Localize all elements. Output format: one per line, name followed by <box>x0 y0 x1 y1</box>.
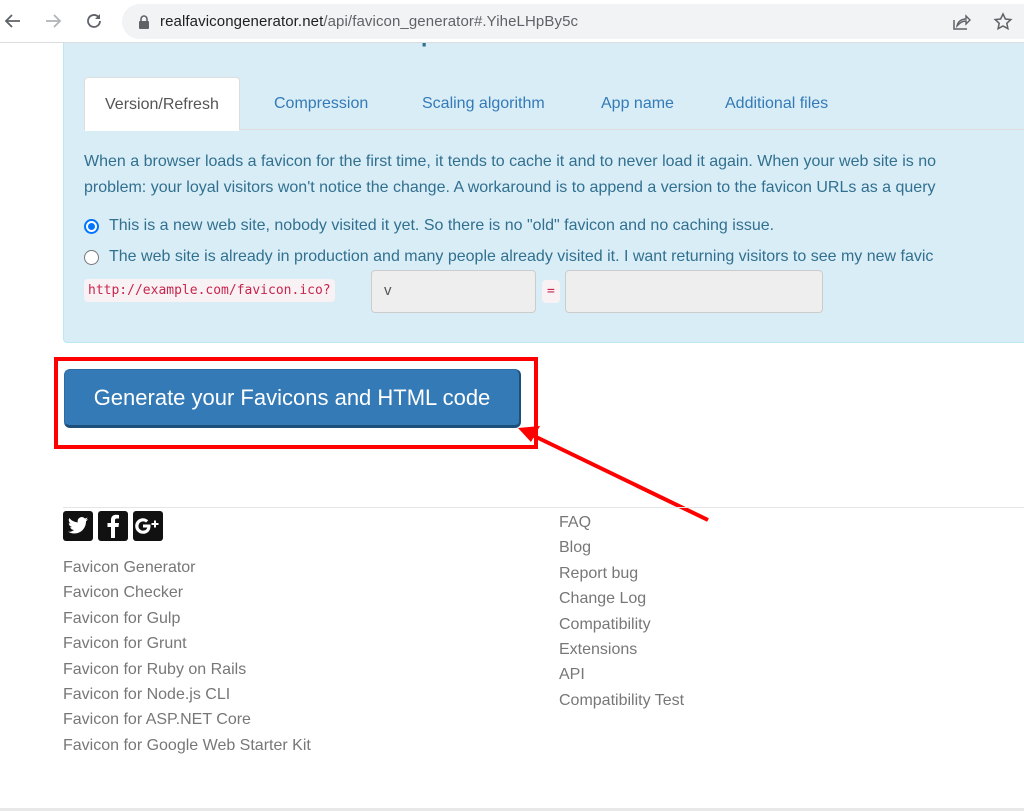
footer-link-favicon-gwsk[interactable]: Favicon for Google Web Starter Kit <box>63 733 311 758</box>
footer-link-favicon-nodejs[interactable]: Favicon for Node.js CLI <box>63 682 311 707</box>
footer-link-favicon-aspnet[interactable]: Favicon for ASP.NET Core <box>63 707 311 732</box>
equals-sign: = <box>542 280 560 303</box>
footer-link-favicon-checker[interactable]: Favicon Checker <box>63 580 311 605</box>
url-prefix: http://example.com/favicon.ico? <box>84 279 335 302</box>
footer-link-favicon-gulp[interactable]: Favicon for Gulp <box>63 606 311 631</box>
options-panel: Favicon Generator Options Version/Refres… <box>63 3 1024 343</box>
tab-compression[interactable]: Compression <box>254 77 388 131</box>
tab-app-name[interactable]: App name <box>581 77 694 131</box>
forward-icon[interactable] <box>40 8 66 34</box>
footer-links-left: Favicon Generator Favicon Checker Favico… <box>63 555 311 758</box>
google-plus-icon[interactable] <box>133 511 163 541</box>
facebook-icon[interactable] <box>98 511 128 541</box>
back-icon[interactable] <box>0 8 26 34</box>
address-bar[interactable]: realfavicongenerator.net/api/favicon_gen… <box>122 4 1024 39</box>
reload-icon[interactable] <box>81 8 107 34</box>
footer-link-change-log[interactable]: Change Log <box>559 586 684 611</box>
bookmark-star-icon[interactable] <box>992 11 1014 33</box>
footer-link-extensions[interactable]: Extensions <box>559 637 684 662</box>
footer-link-api[interactable]: API <box>559 662 684 687</box>
generate-favicons-button[interactable]: Generate your Favicons and HTML code <box>64 369 521 428</box>
footer-link-blog[interactable]: Blog <box>559 535 684 560</box>
footer-link-favicon-rails[interactable]: Favicon for Ruby on Rails <box>63 657 311 682</box>
footer-link-report-bug[interactable]: Report bug <box>559 561 684 586</box>
lock-icon[interactable] <box>138 15 150 34</box>
footer-link-compatibility[interactable]: Compatibility <box>559 612 684 637</box>
radio-new-site[interactable] <box>84 218 99 234</box>
tab-version-refresh[interactable]: Version/Refresh <box>84 77 240 131</box>
footer-link-favicon-grunt[interactable]: Favicon for Grunt <box>63 631 311 656</box>
share-icon[interactable] <box>950 11 972 33</box>
radio-production-site[interactable] <box>84 249 99 265</box>
options-tabs: Version/Refresh Compression Scaling algo… <box>84 77 1024 131</box>
arrow-head <box>518 426 540 442</box>
footer-link-faq[interactable]: FAQ <box>559 510 684 535</box>
param-name-input[interactable]: v <box>371 270 536 313</box>
option-new-site[interactable]: This is a new web site, nobody visited i… <box>84 217 774 235</box>
page-content: Favicon Generator Options Version/Refres… <box>0 3 1024 811</box>
footer-divider <box>63 507 1024 508</box>
footer-links-right: FAQ Blog Report bug Change Log Compatibi… <box>559 510 684 713</box>
tab-scaling-algorithm[interactable]: Scaling algorithm <box>402 77 565 131</box>
url-text[interactable]: realfavicongenerator.net/api/favicon_gen… <box>160 13 578 30</box>
tab-additional-files[interactable]: Additional files <box>705 77 848 131</box>
version-description: When a browser loads a favicon for the f… <box>84 153 936 196</box>
footer-link-compatibility-test[interactable]: Compatibility Test <box>559 688 684 713</box>
browser-toolbar: realfavicongenerator.net/api/favicon_gen… <box>0 0 1024 43</box>
param-value-input[interactable] <box>565 270 823 313</box>
footer-link-favicon-generator[interactable]: Favicon Generator <box>63 555 311 580</box>
twitter-icon[interactable] <box>63 511 93 541</box>
option-production-site[interactable]: The web site is already in production an… <box>84 248 933 266</box>
